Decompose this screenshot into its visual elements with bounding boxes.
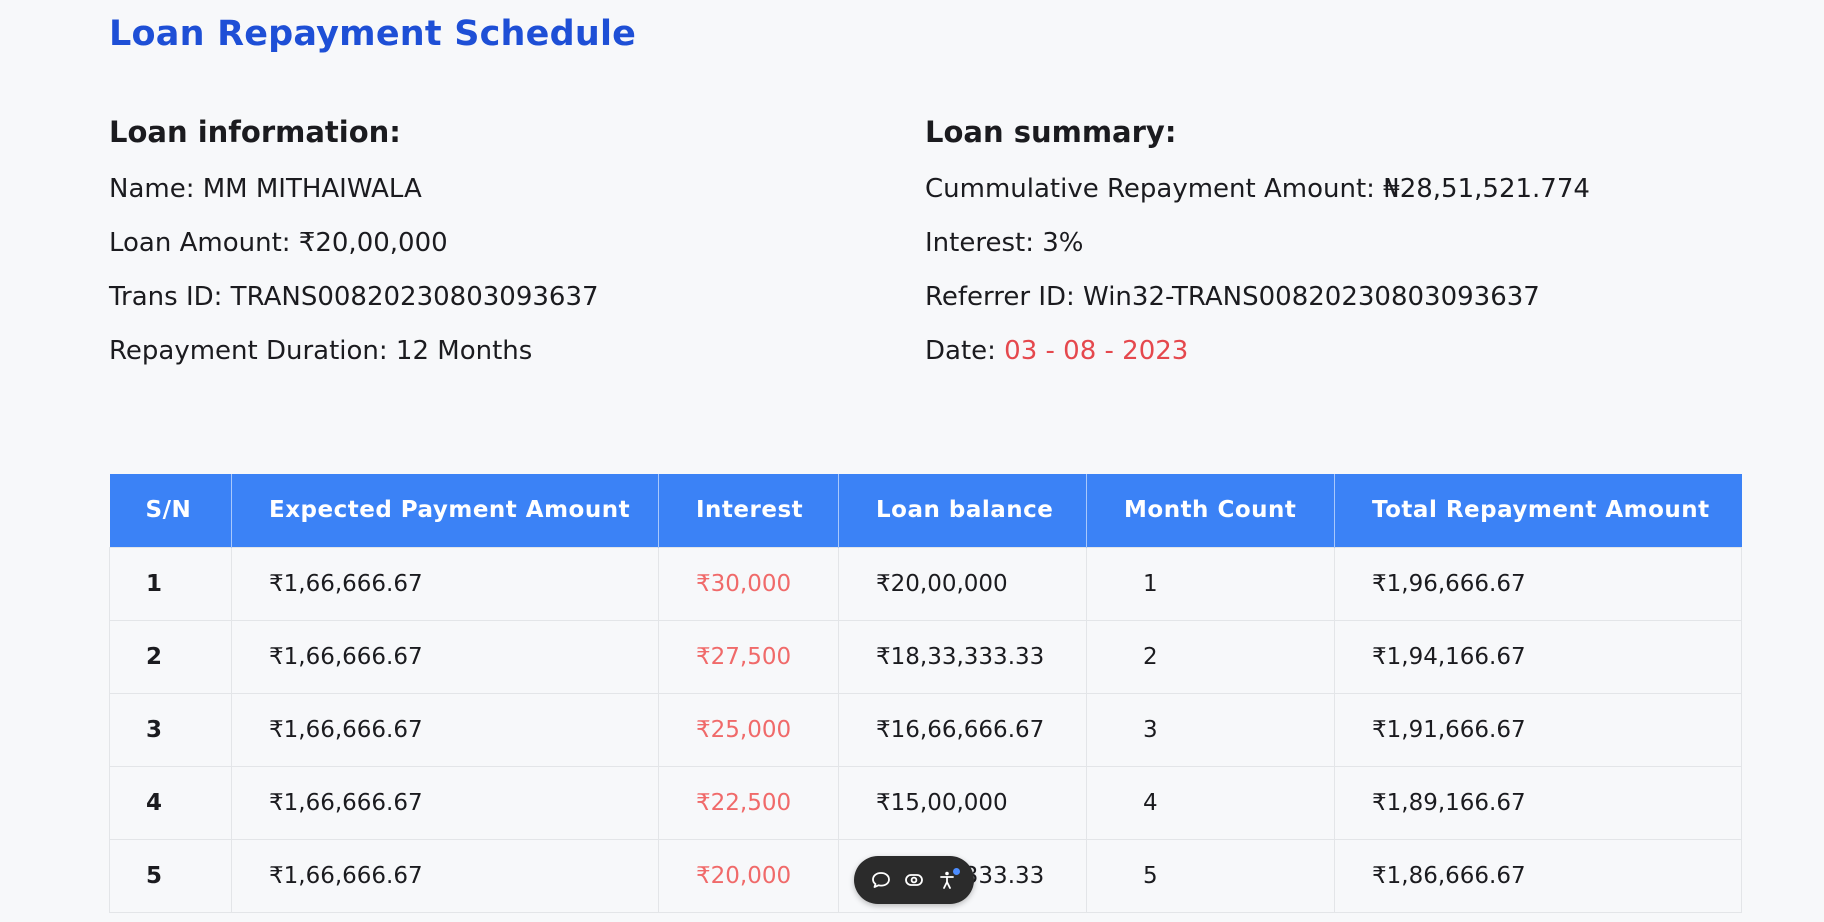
repayment-schedule-table: S/N Expected Payment Amount Interest Loa… [109, 474, 1742, 913]
cell-total-repayment: ₹1,96,666.67 [1334, 546, 1742, 621]
cell-total-repayment: ₹1,91,666.67 [1334, 692, 1742, 767]
table-row: 1 ₹1,66,666.67 ₹30,000 ₹20,00,000 1 ₹1,9… [109, 546, 1742, 621]
cell-loan-balance: ₹16,66,666.67 [838, 692, 1087, 767]
cell-loan-balance: ₹18,33,333.33 [838, 619, 1087, 694]
cell-sn: 4 [109, 765, 232, 840]
cumulative-repayment-amount: Cummulative Repayment Amount: ₦28,51,521… [925, 174, 1590, 204]
loan-amount: Loan Amount: ₹20,00,000 [109, 228, 448, 258]
cell-interest: ₹25,000 [658, 692, 839, 767]
cell-month-count: 1 [1086, 546, 1335, 621]
header-month-count: Month Count [1086, 474, 1335, 547]
loan-date-value: 03 - 08 - 2023 [1004, 336, 1189, 366]
cell-sn: 1 [109, 546, 232, 621]
header-sn: S/N [109, 474, 232, 547]
accessibility-icon[interactable] [934, 867, 961, 893]
table-header: S/N Expected Payment Amount Interest Loa… [109, 474, 1742, 547]
referrer-id: Referrer ID: Win32-TRANS0082023080309363… [925, 282, 1540, 312]
loan-information-heading: Loan information: [109, 115, 401, 149]
loan-summary-heading: Loan summary: [925, 115, 1177, 149]
cell-expected-payment: ₹1,66,666.67 [231, 838, 659, 913]
cell-month-count: 3 [1086, 692, 1335, 767]
repayment-duration: Repayment Duration: 12 Months [109, 336, 533, 366]
cell-expected-payment: ₹1,66,666.67 [231, 765, 659, 840]
cell-expected-payment: ₹1,66,666.67 [231, 619, 659, 694]
cell-expected-payment: ₹1,66,666.67 [231, 546, 659, 621]
cell-interest: ₹22,500 [658, 765, 839, 840]
borrower-name: Name: MM MITHAIWALA [109, 174, 422, 204]
cell-interest: ₹20,000 [658, 838, 839, 913]
loan-date-label: Date: [925, 336, 996, 366]
floating-toolbar [854, 856, 974, 904]
eye-icon[interactable] [901, 867, 927, 893]
cell-sn: 5 [109, 838, 232, 913]
cell-month-count: 4 [1086, 765, 1335, 840]
table-row: 2 ₹1,66,666.67 ₹27,500 ₹18,33,333.33 2 ₹… [109, 619, 1742, 694]
cell-total-repayment: ₹1,86,666.67 [1334, 838, 1742, 913]
loan-summary-section: Loan summary: Cummulative Repayment Amou… [925, 114, 1590, 388]
cell-expected-payment: ₹1,66,666.67 [231, 692, 659, 767]
page-title: Loan Repayment Schedule [109, 14, 637, 54]
table-row: 4 ₹1,66,666.67 ₹22,500 ₹15,00,000 4 ₹1,8… [109, 765, 1742, 840]
trans-id: Trans ID: TRANS00820230803093637 [109, 282, 599, 312]
cell-total-repayment: ₹1,94,166.67 [1334, 619, 1742, 694]
cell-interest: ₹30,000 [658, 546, 839, 621]
cell-loan-balance: ₹15,00,000 [838, 765, 1087, 840]
cell-sn: 2 [109, 619, 232, 694]
header-expected-payment: Expected Payment Amount [231, 474, 659, 547]
header-total-repayment: Total Repayment Amount [1334, 474, 1742, 547]
header-loan-balance: Loan balance [838, 474, 1087, 547]
cell-interest: ₹27,500 [658, 619, 839, 694]
loan-date: Date: 03 - 08 - 2023 [925, 334, 1590, 368]
table-row: 3 ₹1,66,666.67 ₹25,000 ₹16,66,666.67 3 ₹… [109, 692, 1742, 767]
cell-sn: 3 [109, 692, 232, 767]
cell-loan-balance: ₹20,00,000 [838, 546, 1087, 621]
header-interest: Interest [658, 474, 839, 547]
notification-dot [953, 868, 961, 875]
cell-month-count: 5 [1086, 838, 1335, 913]
chat-bubble-icon[interactable] [868, 867, 894, 893]
loan-information-section: Loan information: Name: MM MITHAIWALA Lo… [109, 114, 599, 388]
cell-month-count: 2 [1086, 619, 1335, 694]
interest-rate: Interest: 3% [925, 228, 1084, 258]
cell-total-repayment: ₹1,89,166.67 [1334, 765, 1742, 840]
